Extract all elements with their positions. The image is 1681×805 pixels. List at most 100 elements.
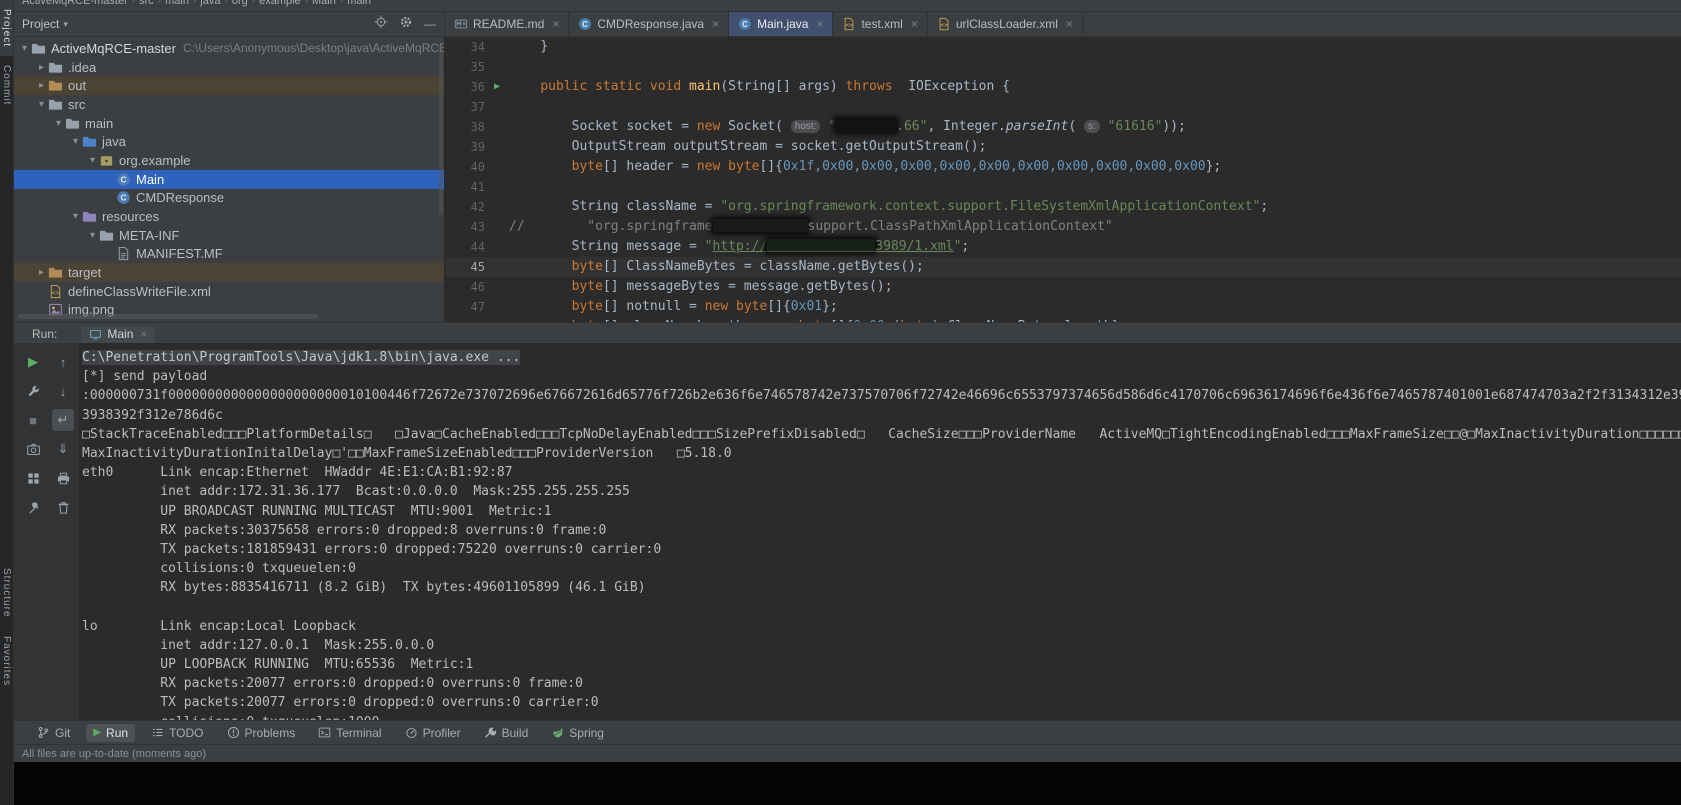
- line-number: 47: [445, 297, 485, 317]
- vertical-scrollbar[interactable]: [439, 45, 443, 215]
- code-token: new byte: [697, 159, 760, 174]
- chevron-down-icon[interactable]: ▾: [69, 136, 82, 147]
- bottom-bar-item-todo[interactable]: TODO: [144, 724, 210, 742]
- grid-icon[interactable]: [22, 467, 44, 489]
- breadcrumb-item[interactable]: org: [232, 0, 248, 11]
- scroll-end-icon[interactable]: ⇓: [52, 438, 74, 460]
- tree-item-src[interactable]: ▾src: [14, 95, 444, 114]
- tree-item-org-example[interactable]: ▾ org.example: [14, 151, 444, 170]
- tree-item-label: java: [102, 134, 126, 149]
- tree-item-activemqrce-master[interactable]: ▾ActiveMqRCE-masterC:\Users\Anonymous\De…: [14, 39, 444, 58]
- pin-icon[interactable]: [22, 496, 44, 518]
- gutter-spacer: [485, 277, 509, 297]
- tab-main-java[interactable]: Main.java×: [729, 12, 833, 36]
- run-tab-main[interactable]: Main ×: [81, 326, 155, 343]
- code-text: public static void main(String[] args) t…: [509, 77, 1010, 97]
- chevron-right-icon[interactable]: ▸: [35, 267, 48, 278]
- printer-icon[interactable]: [52, 467, 74, 489]
- breadcrumb-separator: ›: [132, 0, 135, 11]
- close-icon[interactable]: ×: [140, 327, 147, 341]
- breadcrumb-item[interactable]: main: [347, 0, 371, 11]
- tab-readme-md[interactable]: README.md×: [445, 12, 569, 36]
- code-token: ;: [1260, 199, 1268, 214]
- tree-item-cmdresponse[interactable]: CMDResponse: [14, 189, 444, 208]
- wrap-icon[interactable]: ↵: [52, 409, 74, 431]
- close-icon[interactable]: ×: [552, 17, 559, 31]
- tree-item-path: C:\Users\Anonymous\Desktop\java\ActiveMq…: [183, 41, 445, 55]
- chevron-down-icon[interactable]: ▾: [35, 99, 48, 110]
- up-icon[interactable]: ↑: [52, 351, 74, 373]
- breadcrumb-item[interactable]: main: [165, 0, 189, 11]
- code-editor[interactable]: 34 }3536▶ public static void main(String…: [445, 37, 1681, 322]
- tree-item-target[interactable]: ▸target: [14, 263, 444, 282]
- tree-item-main[interactable]: Main: [14, 170, 444, 189]
- close-icon[interactable]: ×: [911, 17, 918, 31]
- camera-icon: [26, 442, 41, 457]
- tree-item-out[interactable]: ▸out: [14, 76, 444, 95]
- line-number: 45: [445, 257, 485, 277]
- tab-urlclassloader-xml[interactable]: urlClassLoader.xml×: [928, 12, 1083, 36]
- close-icon[interactable]: ×: [816, 17, 823, 31]
- tree-item-manifest-mf[interactable]: MANIFEST.MF: [14, 245, 444, 264]
- breadcrumb-item[interactable]: src: [139, 0, 154, 11]
- tree-item-label: Main: [136, 172, 164, 187]
- project-panel-title[interactable]: Project: [22, 17, 59, 31]
- chevron-right-icon[interactable]: ▸: [35, 80, 48, 91]
- bottom-bar-item-problems[interactable]: Problems: [220, 724, 303, 742]
- chevron-down-icon[interactable]: ▾: [52, 118, 65, 129]
- bottom-bar-item-run[interactable]: ▶Run: [86, 724, 135, 742]
- run-tab-label: Main: [107, 327, 133, 341]
- breadcrumb-item[interactable]: ActiveMqRCE-master: [22, 0, 128, 11]
- tree-item-resources[interactable]: ▾resources: [14, 207, 444, 226]
- down-icon[interactable]: ↓: [52, 380, 74, 402]
- chevron-down-icon[interactable]: ▾: [86, 230, 99, 241]
- run-console-output[interactable]: C:\Penetration\ProgramTools\Java\jdk1.8\…: [80, 343, 1681, 720]
- tree-item-label: org.example: [119, 153, 191, 168]
- bottom-bar-item-label: Problems: [245, 726, 296, 740]
- stripe-top-group: ProjectCommit: [0, 0, 13, 115]
- hide-icon[interactable]: —: [424, 18, 436, 30]
- tab-test-xml[interactable]: test.xml×: [833, 12, 927, 36]
- close-icon[interactable]: ×: [712, 17, 719, 31]
- spring-icon: [551, 726, 564, 739]
- tree-item-main[interactable]: ▾main: [14, 114, 444, 133]
- code-token: parseInt: [1006, 119, 1069, 134]
- breadcrumb-item[interactable]: Main: [312, 0, 336, 11]
- tree-item-defineclasswritefile-xml[interactable]: defineClassWriteFile.xml: [14, 282, 444, 301]
- chevron-down-icon[interactable]: ▾: [86, 155, 99, 166]
- bottom-bar-item-git[interactable]: Git: [30, 724, 77, 742]
- file-icon: [116, 246, 131, 261]
- stripe-button-project[interactable]: Project: [0, 0, 13, 56]
- trash-icon[interactable]: [52, 496, 74, 518]
- bottom-bar-item-spring[interactable]: Spring: [544, 724, 611, 742]
- wrench-icon[interactable]: [22, 380, 44, 402]
- camera-icon[interactable]: [22, 438, 44, 460]
- chevron-down-icon[interactable]: ▾: [69, 211, 82, 222]
- folder-src-icon: [82, 134, 97, 149]
- tab-cmdresponse-java[interactable]: CMDResponse.java×: [569, 12, 729, 36]
- stripe-button-favorites[interactable]: Favorites: [0, 627, 13, 695]
- run-line-icon[interactable]: ▶: [485, 77, 509, 97]
- project-tree-panel[interactable]: ▾ActiveMqRCE-masterC:\Users\Anonymous\De…: [14, 37, 445, 322]
- breadcrumb-item[interactable]: java: [200, 0, 220, 11]
- bottom-bar-item-profiler[interactable]: Profiler: [398, 724, 468, 742]
- console-line: UP LOOPBACK RUNNING MTU:65536 Metric:1: [82, 655, 1681, 674]
- close-icon[interactable]: ×: [1066, 17, 1073, 31]
- rerun-icon[interactable]: ▶: [22, 351, 44, 373]
- tree-item-meta-inf[interactable]: ▾META-INF: [14, 226, 444, 245]
- stop-icon[interactable]: ■: [22, 409, 44, 431]
- bottom-bar-item-build[interactable]: Build: [477, 724, 536, 742]
- breadcrumb-item[interactable]: example: [259, 0, 301, 11]
- tree-item--idea[interactable]: ▸.idea: [14, 58, 444, 77]
- gutter-spacer: [485, 257, 509, 277]
- tree-item-java[interactable]: ▾ java: [14, 132, 444, 151]
- chevron-right-icon[interactable]: ▸: [35, 62, 48, 73]
- bottom-bar-item-terminal[interactable]: Terminal: [311, 724, 388, 742]
- code-text: Socket socket = new Socket( host: ".66",…: [509, 117, 1186, 137]
- code-token: Socket(: [728, 119, 791, 134]
- code-line: 36▶ public static void main(String[] arg…: [445, 77, 1681, 97]
- horizontal-scrollbar[interactable]: [18, 314, 318, 319]
- stripe-button-commit[interactable]: Commit: [0, 56, 13, 114]
- chevron-down-icon[interactable]: ▾: [18, 43, 31, 54]
- stripe-button-structure[interactable]: Structure: [0, 559, 13, 627]
